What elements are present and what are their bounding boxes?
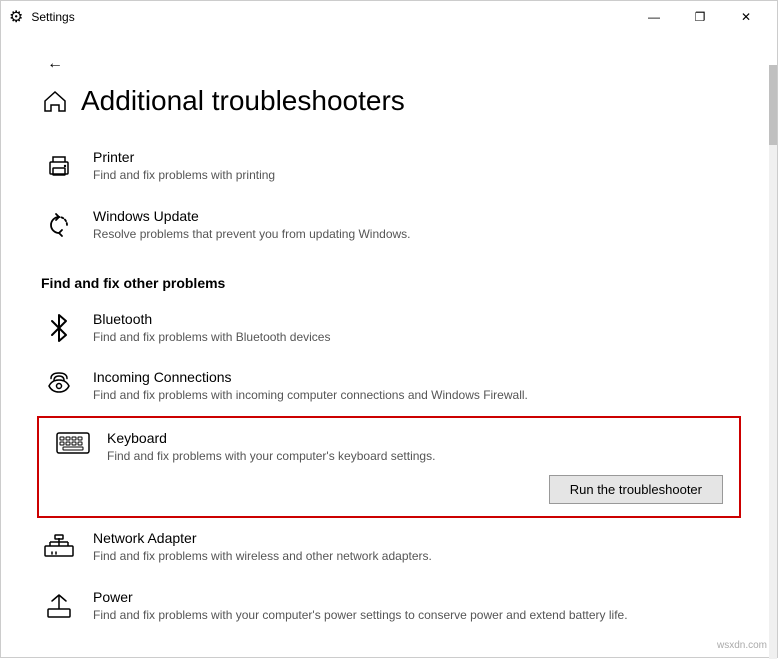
home-icon [41, 87, 69, 115]
incoming-connections-desc: Find and fix problems with incoming comp… [93, 387, 737, 404]
list-item: Windows Update Resolve problems that pre… [41, 196, 737, 255]
windows-update-desc: Resolve problems that prevent you from u… [93, 226, 737, 243]
printer-title: Printer [93, 149, 737, 165]
main-content: ← Additional troubleshooters Printer [1, 33, 777, 659]
back-button[interactable]: ← [41, 53, 69, 75]
back-row: ← [41, 53, 737, 75]
list-item: Network Adapter Find and fix problems wi… [41, 518, 737, 577]
windows-update-text: Windows Update Resolve problems that pre… [93, 208, 737, 243]
keyboard-title: Keyboard [107, 430, 723, 446]
bluetooth-icon [41, 313, 77, 343]
windows-update-title: Windows Update [93, 208, 737, 224]
bluetooth-text: Bluetooth Find and fix problems with Blu… [93, 311, 737, 346]
scrollbar-thumb[interactable] [769, 65, 777, 145]
top-items-list: Printer Find and fix problems with print… [41, 137, 737, 255]
windows-update-icon [41, 210, 77, 240]
close-button[interactable]: ✕ [723, 1, 769, 33]
list-item: Power Find and fix problems with your co… [41, 577, 737, 636]
incoming-connections-icon [41, 371, 77, 401]
titlebar-controls: — ❐ ✕ [631, 1, 769, 33]
other-items-list: Bluetooth Find and fix problems with Blu… [41, 299, 737, 636]
maximize-button[interactable]: ❐ [677, 1, 723, 33]
keyboard-item-row: Keyboard Find and fix problems with your… [55, 430, 723, 465]
bluetooth-desc: Find and fix problems with Bluetooth dev… [93, 329, 737, 346]
titlebar-left: ⚙ Settings [9, 7, 75, 27]
printer-desc: Find and fix problems with printing [93, 167, 737, 184]
network-adapter-title: Network Adapter [93, 530, 737, 546]
page-title: Additional troubleshooters [41, 85, 737, 117]
minimize-button[interactable]: — [631, 1, 677, 33]
run-troubleshooter-button[interactable]: Run the troubleshooter [549, 475, 723, 504]
printer-text: Printer Find and fix problems with print… [93, 149, 737, 184]
list-item: Bluetooth Find and fix problems with Blu… [41, 299, 737, 358]
keyboard-text: Keyboard Find and fix problems with your… [107, 430, 723, 465]
power-text: Power Find and fix problems with your co… [93, 589, 737, 624]
keyboard-expanded-item: Keyboard Find and fix problems with your… [37, 416, 741, 518]
power-icon [41, 591, 77, 621]
network-adapter-icon [41, 532, 77, 560]
run-btn-row: Run the troubleshooter [55, 475, 723, 504]
incoming-connections-title: Incoming Connections [93, 369, 737, 385]
app-icon: ⚙ [9, 7, 23, 27]
titlebar: ⚙ Settings — ❐ ✕ [1, 1, 777, 33]
titlebar-title: Settings [31, 10, 74, 24]
bluetooth-title: Bluetooth [93, 311, 737, 327]
power-desc: Find and fix problems with your computer… [93, 607, 737, 624]
scrollbar-track [769, 65, 777, 659]
keyboard-desc: Find and fix problems with your computer… [107, 448, 723, 465]
printer-icon [41, 151, 77, 181]
list-item: Incoming Connections Find and fix proble… [41, 357, 737, 416]
power-title: Power [93, 589, 737, 605]
section-header: Find and fix other problems [41, 275, 737, 291]
incoming-connections-text: Incoming Connections Find and fix proble… [93, 369, 737, 404]
network-adapter-desc: Find and fix problems with wireless and … [93, 548, 737, 565]
keyboard-icon [55, 432, 91, 454]
network-adapter-text: Network Adapter Find and fix problems wi… [93, 530, 737, 565]
watermark: wsxdn.com [717, 640, 767, 651]
list-item: Printer Find and fix problems with print… [41, 137, 737, 196]
